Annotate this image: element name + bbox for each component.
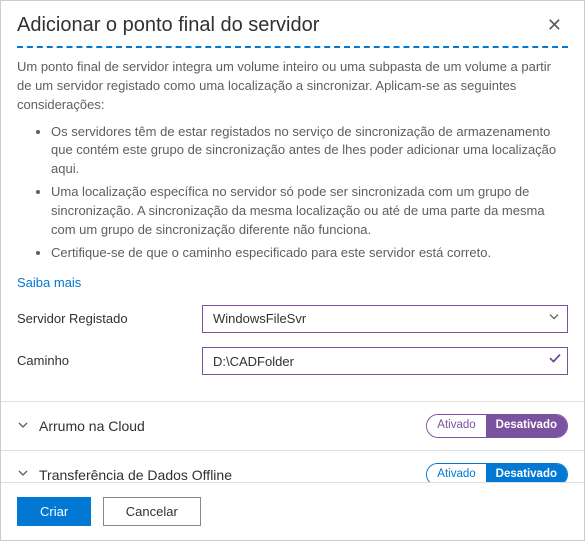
close-icon[interactable]: ✕: [541, 13, 568, 38]
server-select-wrapper: WindowsFileSvr: [202, 305, 568, 333]
dialog-header: Adicionar o ponto final do servidor ✕: [1, 1, 584, 46]
considerations-list: Os servidores têm de estar registados no…: [17, 123, 568, 263]
toggle-off[interactable]: Desativado: [486, 415, 567, 437]
section-header-left: Arrumo na Cloud: [17, 418, 145, 434]
offline-data-title: Transferência de Dados Offline: [39, 467, 232, 483]
section-header-left: Transferência de Dados Offline: [17, 467, 232, 483]
chevron-down-icon: [17, 467, 29, 482]
path-input[interactable]: [202, 347, 568, 375]
server-row: Servidor Registado WindowsFileSvr: [17, 305, 568, 333]
server-select[interactable]: WindowsFileSvr: [202, 305, 568, 333]
list-item: Uma localização específica no servidor s…: [51, 183, 568, 240]
path-row: Caminho: [17, 347, 568, 375]
path-input-wrapper: [202, 347, 568, 375]
create-button[interactable]: Criar: [17, 497, 91, 526]
dialog-body: Um ponto final de servidor integra um vo…: [1, 48, 584, 401]
dialog-footer: Criar Cancelar: [1, 482, 584, 540]
path-label: Caminho: [17, 352, 202, 371]
learn-more-link[interactable]: Saiba mais: [17, 274, 81, 293]
list-item: Certifique-se de que o caminho especific…: [51, 244, 568, 263]
intro-text: Um ponto final de servidor integra um vo…: [17, 58, 568, 115]
server-label: Servidor Registado: [17, 310, 202, 329]
toggle-on[interactable]: Ativado: [427, 415, 485, 437]
list-item: Os servidores têm de estar registados no…: [51, 123, 568, 180]
dialog-title: Adicionar o ponto final do servidor: [17, 14, 319, 37]
cloud-tiering-toggle[interactable]: Ativado Desativado: [426, 414, 568, 438]
cloud-tiering-section[interactable]: Arrumo na Cloud Ativado Desativado: [1, 402, 584, 450]
chevron-down-icon: [17, 419, 29, 434]
cancel-button[interactable]: Cancelar: [103, 497, 201, 526]
cloud-tiering-title: Arrumo na Cloud: [39, 418, 145, 434]
